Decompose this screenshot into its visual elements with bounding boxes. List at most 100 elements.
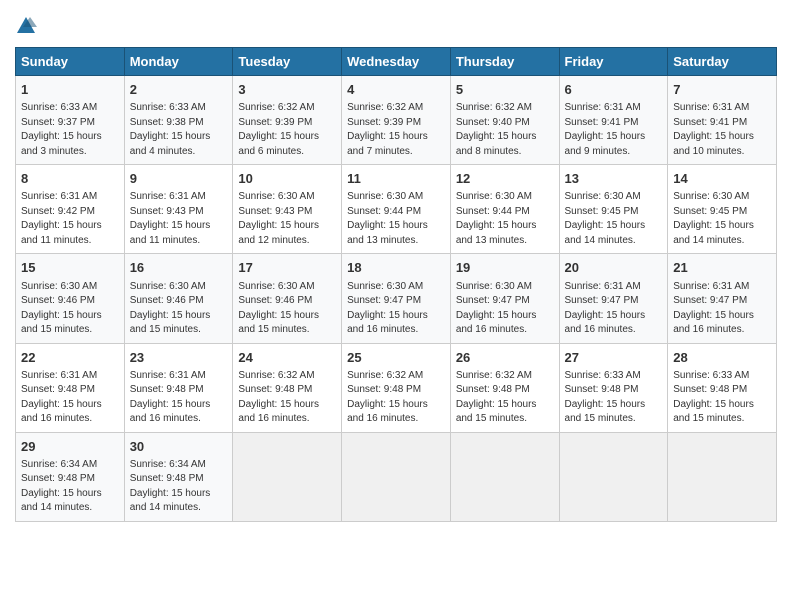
day-info: Sunrise: 6:30 AMSunset: 9:47 PMDaylight:… — [456, 280, 554, 338]
day-number: 14 — [673, 170, 771, 188]
calendar-cell: 22 Sunrise: 6:31 AMSunset: 9:48 PMDayligh… — [16, 343, 125, 432]
day-info: Sunrise: 6:34 AMSunset: 9:48 PMDaylight:… — [21, 458, 119, 516]
weekday-tuesday: Tuesday — [233, 48, 342, 76]
day-number: 18 — [347, 259, 445, 277]
day-info: Sunrise: 6:30 AMSunset: 9:44 PMDaylight:… — [456, 190, 554, 248]
calendar-cell: 5 Sunrise: 6:32 AMSunset: 9:40 PMDaylight… — [450, 76, 559, 165]
calendar-cell — [668, 432, 777, 521]
calendar-cell: 21Sunrise: 6:31 AMSunset: 9:47 PMDayligh… — [668, 254, 777, 343]
day-info: Sunrise: 6:31 AMSunset: 9:43 PMDaylight:… — [130, 190, 228, 248]
calendar-table: SundayMondayTuesdayWednesdayThursdayFrid… — [15, 47, 777, 522]
calendar-cell: 12 Sunrise: 6:30 AMSunset: 9:44 PMDayligh… — [450, 165, 559, 254]
calendar-cell: 20 Sunrise: 6:31 AMSunset: 9:47 PMDayligh… — [559, 254, 668, 343]
calendar-cell: 3 Sunrise: 6:32 AMSunset: 9:39 PMDaylight… — [233, 76, 342, 165]
day-number: 10 — [238, 170, 336, 188]
calendar-cell: 7Sunrise: 6:31 AMSunset: 9:41 PMDaylight… — [668, 76, 777, 165]
calendar-cell: 8Sunrise: 6:31 AMSunset: 9:42 PMDaylight… — [16, 165, 125, 254]
day-number: 11 — [347, 170, 445, 188]
day-number: 30 — [130, 438, 228, 456]
calendar-cell: 1 Sunrise: 6:33 AMSunset: 9:37 PMDaylight… — [16, 76, 125, 165]
day-info: Sunrise: 6:32 AMSunset: 9:39 PMDaylight:… — [238, 101, 336, 159]
calendar-cell: 28Sunrise: 6:33 AMSunset: 9:48 PMDayligh… — [668, 343, 777, 432]
calendar-cell — [342, 432, 451, 521]
day-number: 2 — [130, 81, 228, 99]
day-number: 25 — [347, 349, 445, 367]
logo — [15, 15, 41, 37]
day-number: 8 — [21, 170, 119, 188]
day-info: Sunrise: 6:32 AMSunset: 9:39 PMDaylight:… — [347, 101, 445, 159]
day-info: Sunrise: 6:31 AMSunset: 9:47 PMDaylight:… — [565, 280, 663, 338]
weekday-wednesday: Wednesday — [342, 48, 451, 76]
day-number: 23 — [130, 349, 228, 367]
day-info: Sunrise: 6:33 AMSunset: 9:48 PMDaylight:… — [673, 369, 771, 427]
day-number: 1 — [21, 81, 119, 99]
day-number: 24 — [238, 349, 336, 367]
day-info: Sunrise: 6:30 AMSunset: 9:43 PMDaylight:… — [238, 190, 336, 248]
logo-icon — [15, 15, 37, 37]
day-info: Sunrise: 6:31 AMSunset: 9:48 PMDaylight:… — [130, 369, 228, 427]
day-number: 16 — [130, 259, 228, 277]
day-number: 5 — [456, 81, 554, 99]
day-info: Sunrise: 6:33 AMSunset: 9:37 PMDaylight:… — [21, 101, 119, 159]
weekday-thursday: Thursday — [450, 48, 559, 76]
calendar-cell: 13Sunrise: 6:30 AMSunset: 9:45 PMDayligh… — [559, 165, 668, 254]
calendar-cell: 27Sunrise: 6:33 AMSunset: 9:48 PMDayligh… — [559, 343, 668, 432]
day-number: 22 — [21, 349, 119, 367]
calendar-cell: 25 Sunrise: 6:32 AMSunset: 9:48 PMDayligh… — [342, 343, 451, 432]
calendar-week-row: 8Sunrise: 6:31 AMSunset: 9:42 PMDaylight… — [16, 165, 777, 254]
calendar-cell: 30 Sunrise: 6:34 AMSunset: 9:48 PMDayligh… — [124, 432, 233, 521]
day-info: Sunrise: 6:34 AMSunset: 9:48 PMDaylight:… — [130, 458, 228, 516]
calendar-cell — [559, 432, 668, 521]
day-info: Sunrise: 6:30 AMSunset: 9:46 PMDaylight:… — [238, 280, 336, 338]
calendar-cell: 15 Sunrise: 6:30 AMSunset: 9:46 PMDayligh… — [16, 254, 125, 343]
day-number: 15 — [21, 259, 119, 277]
calendar-week-row: 29Sunrise: 6:34 AMSunset: 9:48 PMDayligh… — [16, 432, 777, 521]
day-info: Sunrise: 6:31 AMSunset: 9:41 PMDaylight:… — [565, 101, 663, 159]
calendar-cell: 16 Sunrise: 6:30 AMSunset: 9:46 PMDayligh… — [124, 254, 233, 343]
day-info: Sunrise: 6:30 AMSunset: 9:46 PMDaylight:… — [130, 280, 228, 338]
weekday-monday: Monday — [124, 48, 233, 76]
day-number: 21 — [673, 259, 771, 277]
weekday-header-row: SundayMondayTuesdayWednesdayThursdayFrid… — [16, 48, 777, 76]
calendar-cell: 29Sunrise: 6:34 AMSunset: 9:48 PMDayligh… — [16, 432, 125, 521]
day-number: 6 — [565, 81, 663, 99]
day-number: 26 — [456, 349, 554, 367]
day-info: Sunrise: 6:32 AMSunset: 9:40 PMDaylight:… — [456, 101, 554, 159]
day-info: Sunrise: 6:33 AMSunset: 9:38 PMDaylight:… — [130, 101, 228, 159]
calendar-cell: 18 Sunrise: 6:30 AMSunset: 9:47 PMDayligh… — [342, 254, 451, 343]
day-info: Sunrise: 6:31 AMSunset: 9:41 PMDaylight:… — [673, 101, 771, 159]
calendar-cell — [450, 432, 559, 521]
calendar-cell: 11 Sunrise: 6:30 AMSunset: 9:44 PMDayligh… — [342, 165, 451, 254]
calendar-cell: 2 Sunrise: 6:33 AMSunset: 9:38 PMDaylight… — [124, 76, 233, 165]
day-number: 19 — [456, 259, 554, 277]
day-info: Sunrise: 6:33 AMSunset: 9:48 PMDaylight:… — [565, 369, 663, 427]
day-info: Sunrise: 6:30 AMSunset: 9:44 PMDaylight:… — [347, 190, 445, 248]
calendar-cell: 4 Sunrise: 6:32 AMSunset: 9:39 PMDaylight… — [342, 76, 451, 165]
calendar-cell: 6 Sunrise: 6:31 AMSunset: 9:41 PMDaylight… — [559, 76, 668, 165]
calendar-cell: 17 Sunrise: 6:30 AMSunset: 9:46 PMDayligh… — [233, 254, 342, 343]
day-number: 17 — [238, 259, 336, 277]
day-number: 9 — [130, 170, 228, 188]
day-info: Sunrise: 6:32 AMSunset: 9:48 PMDaylight:… — [347, 369, 445, 427]
calendar-cell: 9 Sunrise: 6:31 AMSunset: 9:43 PMDaylight… — [124, 165, 233, 254]
day-number: 20 — [565, 259, 663, 277]
day-number: 12 — [456, 170, 554, 188]
weekday-sunday: Sunday — [16, 48, 125, 76]
calendar-cell: 23 Sunrise: 6:31 AMSunset: 9:48 PMDayligh… — [124, 343, 233, 432]
day-info: Sunrise: 6:30 AMSunset: 9:46 PMDaylight:… — [21, 280, 119, 338]
day-number: 4 — [347, 81, 445, 99]
calendar-cell: 24Sunrise: 6:32 AMSunset: 9:48 PMDayligh… — [233, 343, 342, 432]
calendar-cell — [233, 432, 342, 521]
day-info: Sunrise: 6:32 AMSunset: 9:48 PMDaylight:… — [456, 369, 554, 427]
calendar-cell: 26 Sunrise: 6:32 AMSunset: 9:48 PMDayligh… — [450, 343, 559, 432]
day-number: 3 — [238, 81, 336, 99]
page-header — [15, 15, 777, 37]
calendar-cell: 14 Sunrise: 6:30 AMSunset: 9:45 PMDayligh… — [668, 165, 777, 254]
day-info: Sunrise: 6:31 AMSunset: 9:48 PMDaylight:… — [21, 369, 119, 427]
calendar-cell: 19 Sunrise: 6:30 AMSunset: 9:47 PMDayligh… — [450, 254, 559, 343]
calendar-week-row: 15 Sunrise: 6:30 AMSunset: 9:46 PMDayligh… — [16, 254, 777, 343]
weekday-saturday: Saturday — [668, 48, 777, 76]
calendar-cell: 10 Sunrise: 6:30 AMSunset: 9:43 PMDayligh… — [233, 165, 342, 254]
day-info: Sunrise: 6:30 AMSunset: 9:45 PMDaylight:… — [673, 190, 771, 248]
day-info: Sunrise: 6:30 AMSunset: 9:47 PMDaylight:… — [347, 280, 445, 338]
